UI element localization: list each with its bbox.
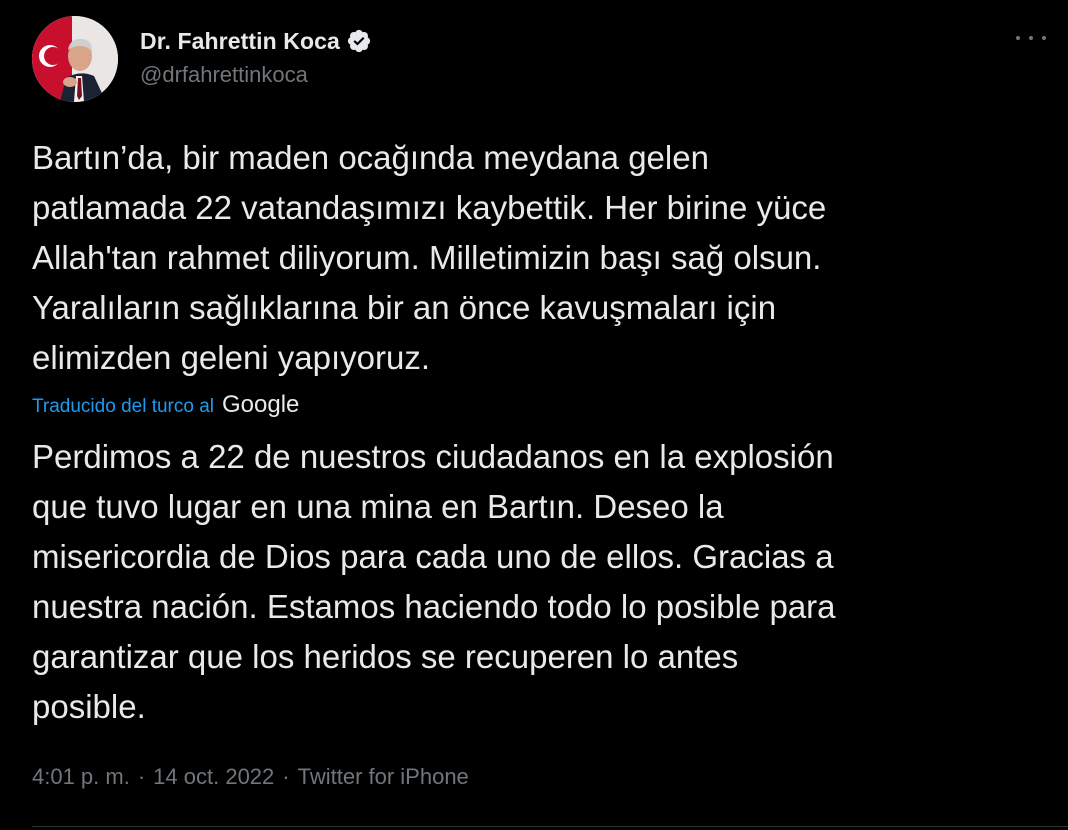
verified-badge-icon [346, 28, 372, 54]
more-dot [1029, 36, 1033, 40]
tweet-translated-text: Perdimos a 22 de nuestros ciudadanos en … [32, 438, 836, 725]
tweet-source[interactable]: Twitter for iPhone [298, 764, 469, 790]
translation-attribution: Traducido del turco al Google [32, 391, 299, 421]
tweet-original-text: Bartın’da, bir maden ocağında meydana ge… [32, 139, 827, 376]
meta-separator: · [282, 764, 290, 789]
tweet-date[interactable]: 14 oct. 2022 [153, 764, 274, 790]
tweet-card: Dr. Fahrettin Koca @drfahrettinkoca Bart… [0, 0, 1068, 830]
author-avatar[interactable] [32, 16, 118, 102]
author-handle[interactable]: @drfahrettinkoca [140, 62, 308, 88]
translation-label-link[interactable]: Traducido del turco al [32, 396, 214, 418]
author-display-name[interactable]: Dr. Fahrettin Koca [140, 28, 340, 55]
more-dot [1042, 36, 1046, 40]
more-dot [1016, 36, 1020, 40]
tweet-time[interactable]: 4:01 p. m. [32, 764, 130, 790]
meta-separator: · [137, 764, 146, 789]
tweet-metadata: 4:01 p. m. · 14 oct. 2022 · Twitter for … [32, 764, 469, 790]
divider [32, 826, 1068, 827]
author-name-row: Dr. Fahrettin Koca [140, 26, 372, 56]
google-logo: Google [222, 391, 300, 418]
more-options-icon[interactable] [1016, 28, 1046, 48]
avatar-photo-icon [32, 16, 118, 102]
